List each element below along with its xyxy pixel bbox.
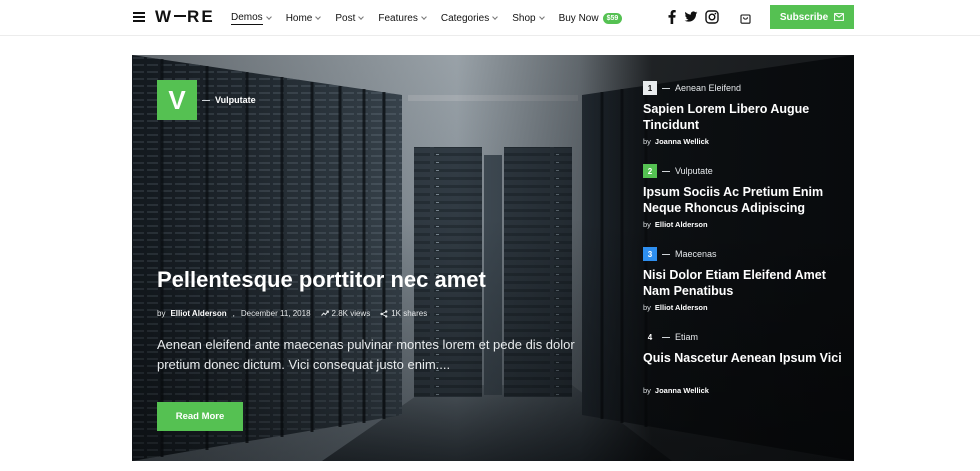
list-item-meta: by Elliot Alderson [643,303,708,312]
nav-item-label: Post [335,12,356,24]
share-icon [380,309,388,318]
list-item-meta: by Joanna Wellick [643,137,709,146]
category-dash [202,99,210,101]
mail-icon [834,13,845,21]
nav-item-features[interactable]: Features [378,0,427,36]
shares-count: 1K shares [391,309,428,318]
list-item-meta: by Joanna Wellick [643,386,709,395]
list-item-category[interactable]: Aenean Eleifend [662,83,741,93]
by-label: by [643,386,651,395]
list-item-title[interactable]: Ipsum Sociis Ac Pretium Enim Neque Rhonc… [643,184,843,216]
hero-author[interactable]: Elliot Alderson [170,309,226,318]
list-item-category[interactable]: Etiam [662,332,698,342]
logo-text-left: W [155,7,174,26]
site-header: W RE Demos Home Post Features Categories … [0,0,980,36]
chevron-down-icon [358,14,365,20]
subscribe-label: Subscribe [779,11,829,23]
main-nav: Demos Home Post Features Categories Shop… [231,0,637,36]
by-label: by [157,309,166,318]
list-item-category[interactable]: Vulputate [662,166,713,176]
meta-separator: , [232,309,235,318]
rank-badge: 4 [647,332,653,342]
read-more-button[interactable]: Read More [157,402,243,431]
price-badge: $59 [602,12,623,24]
hero-excerpt: Aenean eleifend ante maecenas pulvinar m… [157,337,575,372]
nav-item-buy-now[interactable]: Buy Now $59 [559,0,623,36]
hero-title[interactable]: Pellentesque porttitor nec amet [157,265,577,295]
chevron-down-icon [538,14,545,20]
nav-item-shop[interactable]: Shop [512,0,545,36]
by-label: by [643,137,651,146]
hero-category-label: Vulputate [215,95,256,105]
by-label: by [643,303,651,312]
chevron-down-icon [492,14,499,20]
logo-text-right: RE [187,7,215,26]
list-item-category-label: Aenean Eleifend [675,83,742,93]
category-dash [662,170,670,172]
nav-item-home[interactable]: Home [285,0,322,36]
nav-item-label: Features [378,12,418,24]
list-item-title[interactable]: Sapien Lorem Libero Augue Tincidunt [643,101,843,133]
nav-item-label: Home [285,12,313,24]
rank-badge: 2 [643,164,657,178]
twitter-icon[interactable] [684,10,698,24]
nav-item-label: Shop [512,12,536,24]
list-item-author[interactable]: Joanna Wellick [655,386,709,395]
hero-meta: by Elliot Alderson , December 11, 2018 2… [157,309,427,318]
rank-badge: 1 [643,81,657,95]
hero-category[interactable]: Vulputate [202,95,256,105]
list-item-meta: by Elliot Alderson [643,220,708,229]
nav-item-demos[interactable]: Demos [231,0,272,36]
nav-item-label: Demos [231,11,263,25]
rank-badge: 3 [643,247,657,261]
nav-item-label: Categories [440,12,490,24]
by-label: by [643,220,651,229]
shopping-bag-icon[interactable] [740,11,751,24]
trending-icon [320,310,329,316]
list-item-title[interactable]: Nisi Dolor Etiam Eleifend Amet Nam Penat… [643,267,843,299]
chevron-down-icon [265,14,272,20]
shares-stat: 1K shares [380,309,427,318]
hero-date: December 11, 2018 [240,309,311,318]
category-dash [662,253,670,255]
nav-item-post[interactable]: Post [335,0,365,36]
list-item-title[interactable]: Quis Nascetur Aenean Ipsum Vici [643,350,843,366]
nav-item-categories[interactable]: Categories [440,0,499,36]
list-item-category[interactable]: Maecenas [662,249,717,259]
facebook-icon[interactable] [665,10,679,24]
hamburger-menu-icon[interactable] [133,12,145,22]
list-item-category-label: Etiam [675,332,699,342]
category-dash [662,87,670,89]
site-logo[interactable]: W RE [155,8,215,26]
list-item-author[interactable]: Joanna Wellick [655,137,709,146]
list-item-author[interactable]: Elliot Alderson [655,220,708,229]
list-item-category-label: Maecenas [675,249,717,259]
list-item-category-label: Vulputate [675,166,713,176]
list-item-author[interactable]: Elliot Alderson [655,303,708,312]
subscribe-button[interactable]: Subscribe [770,5,854,29]
nav-item-label: Buy Now [558,12,599,24]
views-stat: 2.8K views [320,309,371,318]
chevron-down-icon [315,14,322,20]
views-count: 2.8K views [331,309,371,318]
instagram-icon[interactable] [705,10,719,24]
category-dash [662,336,670,338]
category-letter-badge[interactable]: V [157,80,197,120]
chevron-down-icon [421,14,427,20]
